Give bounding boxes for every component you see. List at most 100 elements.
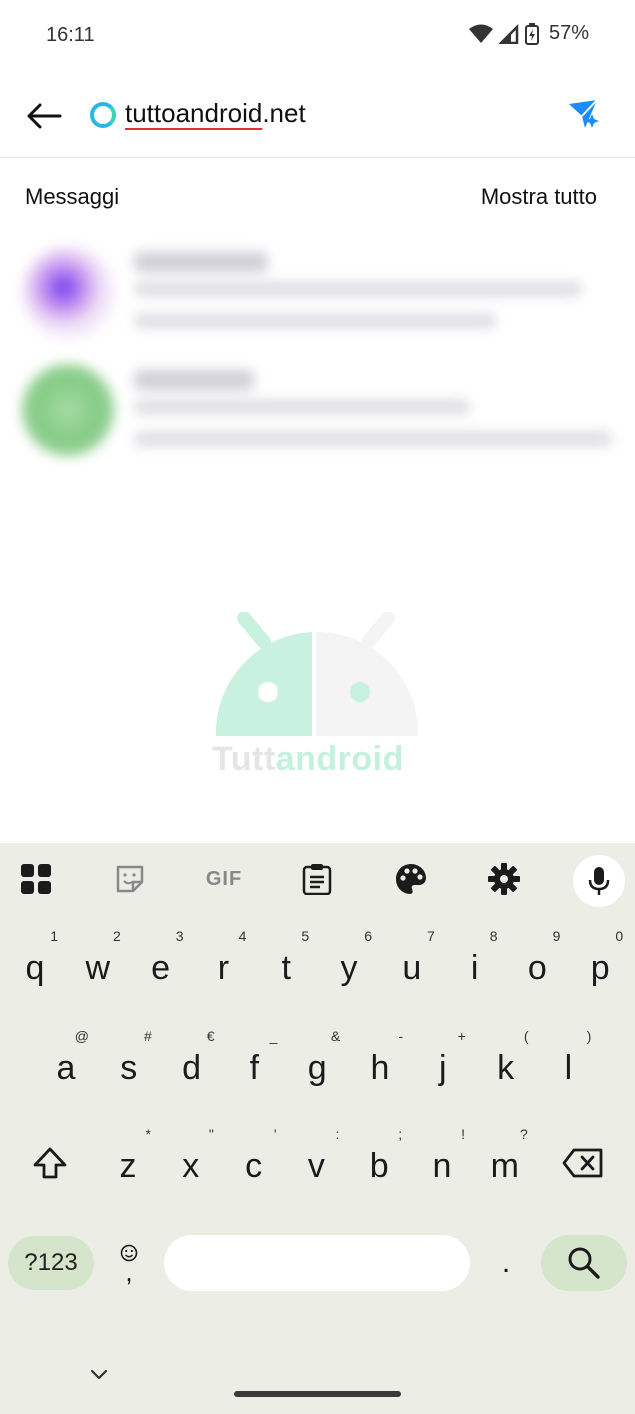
signal-icon [498, 23, 519, 44]
voice-input-button[interactable] [573, 855, 625, 907]
key-k[interactable]: (k [475, 1028, 537, 1098]
key-hint: * [145, 1126, 151, 1142]
key-hint: 2 [113, 928, 121, 944]
key-label: s [120, 1049, 138, 1087]
key-label: e [151, 949, 171, 987]
status-time: 16:11 [46, 24, 95, 46]
key-label: u [402, 949, 422, 987]
theme-button[interactable] [387, 855, 435, 903]
backspace-icon [562, 1148, 603, 1178]
status-icons: 57% [468, 22, 589, 45]
shift-key[interactable] [20, 1133, 80, 1193]
emoji-comma-key[interactable]: , [104, 1233, 154, 1293]
gif-icon: GIF [205, 867, 243, 890]
key-n[interactable]: ! n [411, 1126, 473, 1196]
sticker-button[interactable] [106, 855, 154, 903]
avatar [22, 364, 114, 456]
gif-button[interactable]: GIF [199, 855, 249, 903]
key-hint: _ [269, 1028, 278, 1044]
key-r[interactable]: 4r [192, 928, 254, 998]
clipboard-button[interactable] [293, 855, 341, 903]
section-title: Messaggi [25, 184, 120, 209]
palette-icon [396, 864, 426, 894]
key-t[interactable]: 5t [255, 928, 317, 998]
key-label: q [25, 949, 45, 987]
chevron-down-icon [90, 1369, 108, 1380]
key-v[interactable]: :v [285, 1126, 347, 1196]
key-a[interactable]: @ a [35, 1028, 97, 1098]
key-label: w [85, 949, 111, 987]
sparkle-send-icon [569, 99, 599, 128]
key-j[interactable]: + j [412, 1028, 474, 1098]
android-logo-icon [215, 611, 419, 736]
settings-button[interactable] [480, 855, 528, 903]
key-hint: 6 [364, 928, 372, 944]
key-m[interactable]: ? m [474, 1126, 536, 1196]
arrow-left-icon [27, 103, 62, 129]
key-w[interactable]: 2w [67, 928, 129, 998]
shift-icon [33, 1147, 67, 1179]
key-hint: 5 [301, 928, 310, 944]
key-label: d [182, 1049, 202, 1087]
key-label: k [497, 1049, 515, 1087]
key-d[interactable]: € d [161, 1028, 223, 1098]
collapse-keyboard-button[interactable] [84, 1363, 114, 1387]
key-c[interactable]: ' c [223, 1126, 285, 1196]
key-h[interactable]: -h [349, 1028, 411, 1098]
key-hint: : [335, 1126, 340, 1142]
key-p[interactable]: 0p [569, 928, 631, 998]
key-s[interactable]: # s [98, 1028, 160, 1098]
list-item[interactable] [0, 354, 635, 464]
key-hint: ) [586, 1028, 592, 1044]
key-label: f [249, 1049, 260, 1087]
key-b[interactable]: ; b [348, 1126, 410, 1196]
key-hint: @ [74, 1028, 89, 1044]
key-label: i [470, 949, 479, 987]
key-l[interactable]: ) l [537, 1028, 599, 1098]
key-x[interactable]: " x [160, 1126, 222, 1196]
search-key[interactable] [541, 1235, 627, 1291]
search-query-suffix: .net [262, 98, 306, 128]
search-header: tuttoandroid.net [0, 72, 635, 158]
clipboard-icon [302, 864, 332, 895]
key-u[interactable]: 7u [381, 928, 443, 998]
key-q[interactable]: 1q [4, 928, 66, 998]
symbols-key[interactable]: ?123 [8, 1236, 94, 1290]
key-y[interactable]: 6y [318, 928, 380, 998]
key-label: l [564, 1049, 573, 1087]
show-all-link[interactable]: Mostra tutto [481, 184, 597, 210]
key-label: o [527, 949, 547, 987]
key-hint: ; [398, 1126, 403, 1142]
apps-grid-button[interactable] [12, 855, 60, 903]
key-g[interactable]: & g [286, 1028, 348, 1098]
key-i[interactable]: 8i [444, 928, 506, 998]
ai-send-button[interactable] [563, 94, 607, 138]
watermark-logo: Tuttandroid [212, 611, 422, 782]
gesture-nav-bar[interactable] [234, 1391, 401, 1397]
key-e[interactable]: 3e [130, 928, 192, 998]
key-o[interactable]: 9o [506, 928, 568, 998]
key-label: t [281, 949, 291, 987]
list-item[interactable] [0, 236, 635, 346]
space-key[interactable] [164, 1235, 470, 1291]
battery-percent: 57% [548, 22, 589, 44]
search-input[interactable]: tuttoandroid.net [125, 98, 306, 129]
key-label: j [439, 1049, 447, 1087]
battery-icon [524, 22, 539, 45]
key-f[interactable]: _ f [223, 1028, 285, 1098]
back-button[interactable] [22, 94, 66, 138]
mic-icon [588, 867, 610, 895]
key-hint: ( [523, 1028, 529, 1044]
key-z[interactable]: * z [97, 1126, 159, 1196]
search-ring-icon [90, 102, 116, 128]
search-icon [568, 1247, 600, 1279]
key-hint: + [457, 1028, 466, 1044]
key-hint: 0 [615, 928, 624, 944]
key-hint: ' [273, 1126, 277, 1142]
key-label: n [432, 1147, 452, 1185]
messages-section-header: Messaggi Mostra tutto [0, 180, 635, 214]
apps-grid-icon [21, 864, 51, 894]
key-hint: 9 [552, 928, 561, 944]
backspace-key[interactable] [552, 1133, 614, 1193]
period-key[interactable]: . [484, 1235, 528, 1291]
